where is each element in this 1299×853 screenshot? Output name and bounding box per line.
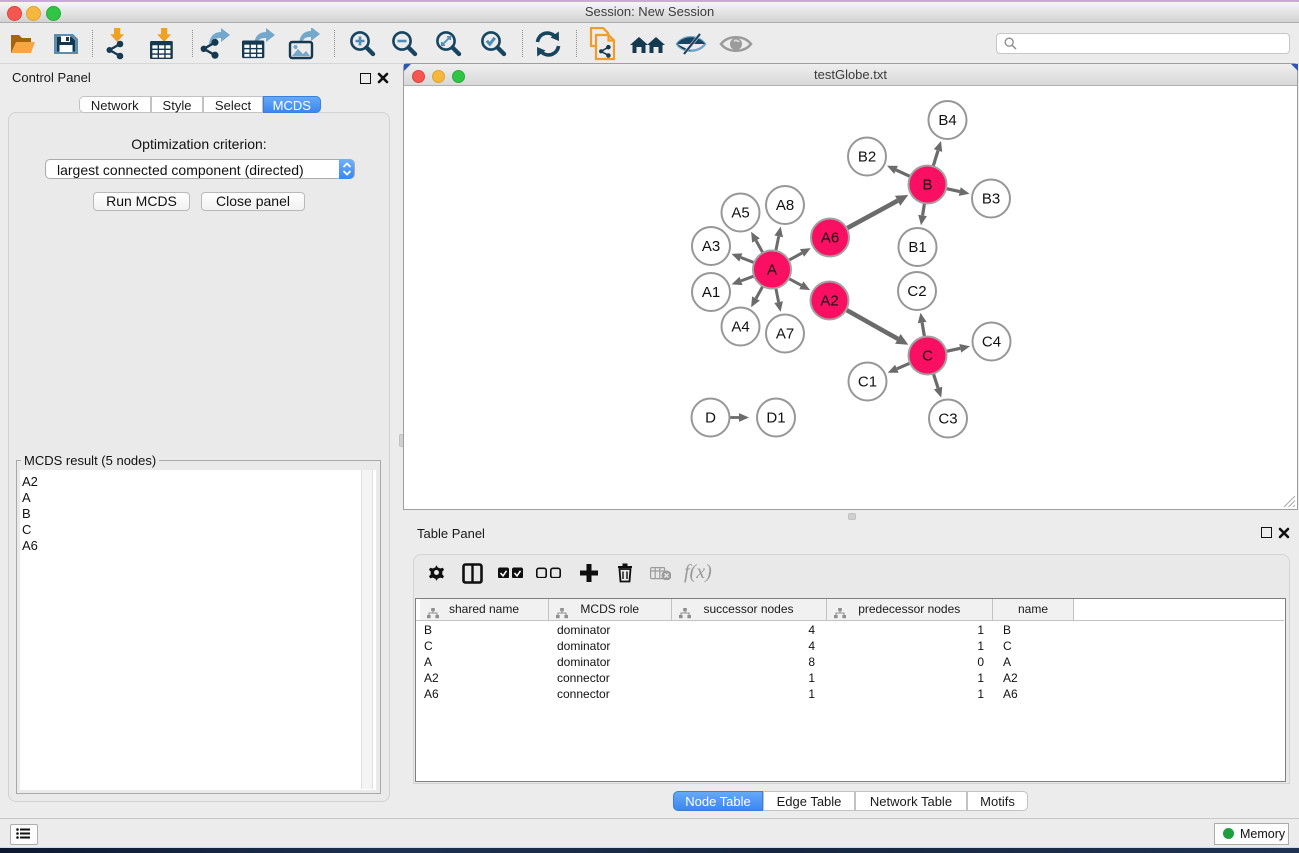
svg-text:A4: A4 bbox=[731, 319, 749, 336]
svg-text:A: A bbox=[767, 262, 777, 279]
svg-text:A1: A1 bbox=[702, 284, 720, 301]
svg-text:C2: C2 bbox=[907, 283, 926, 300]
svg-text:A2: A2 bbox=[820, 293, 838, 310]
svg-text:C1: C1 bbox=[858, 374, 877, 391]
svg-text:C3: C3 bbox=[938, 411, 957, 428]
svg-text:A6: A6 bbox=[821, 230, 839, 247]
svg-text:B: B bbox=[922, 177, 932, 194]
svg-text:D1: D1 bbox=[766, 410, 785, 427]
svg-text:B2: B2 bbox=[858, 149, 876, 166]
svg-text:B3: B3 bbox=[982, 191, 1000, 208]
svg-text:A5: A5 bbox=[731, 205, 749, 222]
svg-text:B4: B4 bbox=[938, 112, 956, 129]
svg-text:D: D bbox=[705, 410, 716, 427]
svg-text:C4: C4 bbox=[982, 334, 1001, 351]
svg-text:A7: A7 bbox=[776, 326, 794, 343]
svg-text:B1: B1 bbox=[908, 239, 926, 256]
svg-text:A3: A3 bbox=[702, 238, 720, 255]
svg-text:A8: A8 bbox=[776, 197, 794, 214]
svg-text:C: C bbox=[922, 348, 933, 365]
